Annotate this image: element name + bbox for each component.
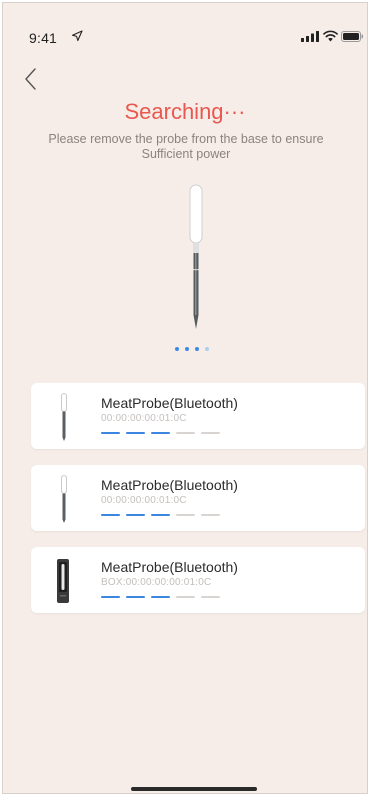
signal-bar xyxy=(176,432,195,434)
chevron-left-icon xyxy=(25,68,36,90)
signal-bar xyxy=(151,596,170,598)
probe-icon xyxy=(61,475,67,523)
signal-bar xyxy=(126,432,145,434)
signal-bar xyxy=(101,596,120,598)
wifi-icon xyxy=(323,30,338,42)
signal-bar xyxy=(126,596,145,598)
home-indicator[interactable] xyxy=(131,787,257,791)
status-time: 9:41 xyxy=(29,30,58,46)
page-dot xyxy=(195,347,199,351)
page-indicator xyxy=(175,347,209,353)
device-id: 00:00:00:00:01:0C xyxy=(101,495,187,506)
signal-strength-indicator xyxy=(101,596,220,598)
device-card[interactable]: MeatProbe(Bluetooth) 00:00:00:00:01:0C xyxy=(31,465,365,531)
probe-box-icon xyxy=(57,559,69,603)
device-id: 00:00:00:00:01:0C xyxy=(101,413,187,424)
signal-bar xyxy=(176,514,195,516)
signal-bar xyxy=(201,596,220,598)
signal-bar xyxy=(126,514,145,516)
device-card[interactable]: MeatProbe(Bluetooth) BOX:00:00:00:00:01:… xyxy=(31,547,365,613)
signal-bar xyxy=(151,432,170,434)
page-title: Searching··· xyxy=(124,99,246,124)
device-card[interactable]: MeatProbe(Bluetooth) 00:00:00:00:01:0C xyxy=(31,383,365,449)
signal-bar xyxy=(201,514,220,516)
page-dot xyxy=(175,347,179,351)
page-dot xyxy=(205,347,209,351)
probe-illustration xyxy=(189,184,203,329)
signal-strength-indicator xyxy=(101,432,220,434)
signal-bar xyxy=(151,514,170,516)
page-dot xyxy=(185,347,189,351)
page-subtitle: Please remove the probe from the base to… xyxy=(48,132,324,161)
status-bar: 9:41 xyxy=(3,3,367,47)
probe-icon xyxy=(61,393,67,441)
signal-bar xyxy=(101,514,120,516)
device-id: BOX:00:00:00:00:01:0C xyxy=(101,577,212,588)
device-name: MeatProbe(Bluetooth) xyxy=(101,477,238,493)
back-button[interactable] xyxy=(21,65,45,93)
signal-bar xyxy=(201,432,220,434)
battery-icon xyxy=(341,31,363,42)
device-name: MeatProbe(Bluetooth) xyxy=(101,559,238,575)
app-screen: 9:41 Searching··· Please remove the prob… xyxy=(2,2,368,794)
signal-strength-indicator xyxy=(101,514,220,516)
cellular-signal-icon xyxy=(301,31,319,42)
signal-bar xyxy=(176,596,195,598)
device-name: MeatProbe(Bluetooth) xyxy=(101,395,238,411)
location-arrow-icon xyxy=(71,30,83,42)
signal-bar xyxy=(101,432,120,434)
